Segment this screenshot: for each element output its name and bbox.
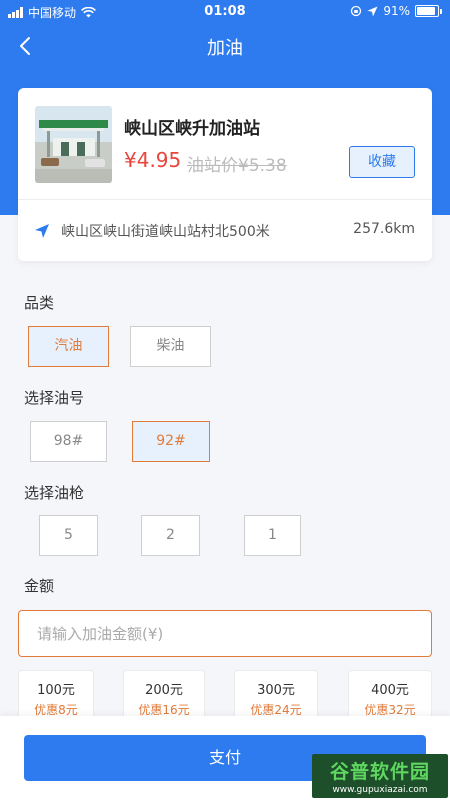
nozzle-1[interactable]: 1 xyxy=(244,515,301,556)
category-diesel[interactable]: 柴油 xyxy=(130,326,211,367)
category-label: 品类 xyxy=(24,294,55,312)
original-price: 油站价¥5.38 xyxy=(187,156,287,176)
station-photo xyxy=(35,106,112,183)
favorite-button[interactable]: 收藏 xyxy=(349,146,415,178)
battery-icon xyxy=(415,5,439,17)
discount-price: ¥4.95 xyxy=(124,148,182,172)
watermark: 谷普软件园 www.gupuxiazai.com xyxy=(312,754,448,798)
fuel-grade-92[interactable]: 92# xyxy=(132,421,210,462)
station-address: 峡山区峡山街道峡山站村北500米 xyxy=(61,224,270,240)
amount-preset-400[interactable]: 400元 优惠32元 xyxy=(348,670,432,722)
amount-preset-value: 200元 xyxy=(145,683,183,698)
page-title: 加油 xyxy=(207,38,243,59)
navigation-icon xyxy=(35,224,49,238)
orientation-lock-icon xyxy=(351,5,362,17)
fuel-grade-98[interactable]: 98# xyxy=(30,421,107,462)
amount-preset-300[interactable]: 300元 优惠24元 xyxy=(234,670,318,722)
station-card: 峡山区峡升加油站 ¥4.95 油站价¥5.38 收藏 峡山区峡山街道峡山站村北5… xyxy=(18,88,432,261)
watermark-url: www.gupuxiazai.com xyxy=(332,785,428,795)
battery-percent: 91% xyxy=(383,4,410,18)
station-distance: 257.6km xyxy=(353,221,415,237)
location-arrow-icon xyxy=(367,6,378,16)
amount-label: 金额 xyxy=(24,577,55,595)
nav-bar: 加油 xyxy=(0,24,450,68)
amount-preset-value: 300元 xyxy=(257,683,295,698)
battery-tip xyxy=(440,8,442,14)
amount-preset-200[interactable]: 200元 优惠16元 xyxy=(123,670,205,722)
fuel-grade-label: 选择油号 xyxy=(24,389,85,407)
amount-preset-100[interactable]: 100元 优惠8元 xyxy=(18,670,94,722)
watermark-title: 谷普软件园 xyxy=(329,761,430,783)
status-bar: 中国移动 01:08 91% xyxy=(0,0,450,24)
address-row[interactable]: 峡山区峡山街道峡山站村北500米 257.6km xyxy=(18,200,432,261)
category-gasoline[interactable]: 汽油 xyxy=(28,326,109,367)
nozzle-5[interactable]: 5 xyxy=(39,515,98,556)
station-name: 峡山区峡升加油站 xyxy=(124,119,260,139)
amount-input[interactable] xyxy=(18,610,432,657)
nozzle-label: 选择油枪 xyxy=(24,484,85,502)
amount-preset-value: 400元 xyxy=(371,683,409,698)
nozzle-2[interactable]: 2 xyxy=(141,515,200,556)
amount-preset-value: 100元 xyxy=(37,683,75,698)
